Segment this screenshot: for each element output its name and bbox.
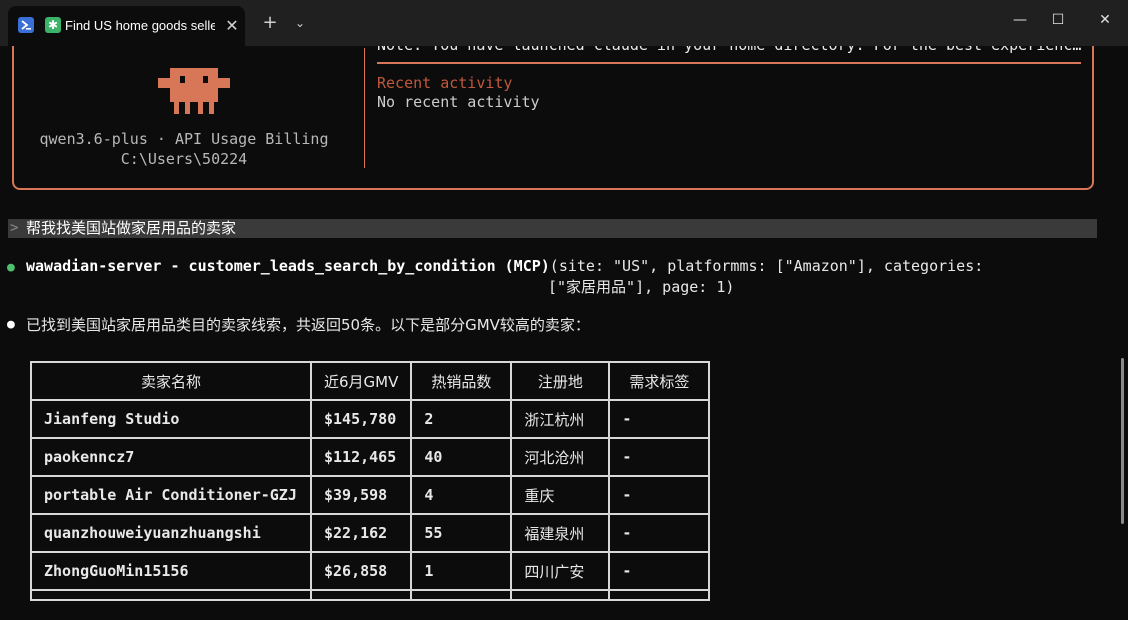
table-row: portable Air Conditioner-GZJ $39,598 4 重… [30,475,711,515]
seller-location: 重庆 [510,475,611,515]
table-row: ZhongGuoMin15156 $26,858 1 四川广安 - [30,551,711,591]
welcome-panel: qwen3.6-plus · API Usage Billing C:\User… [12,46,1094,190]
claude-mascot-icon [158,68,230,114]
seller-name: portable Air Conditioner-GZJ [30,475,312,515]
seller-location: 福建泉州 [510,513,611,553]
home-directory-note: Note: You have launched claude in your h… [377,46,1085,54]
column-header-location: 注册地 [510,361,611,401]
seller-hot-products: 2 [410,399,513,439]
seller-leads-table: 卖家名称 近6月GMV 热销品数 注册地 需求标签 Jianfeng Studi… [30,361,711,601]
seller-gmv: $22,162 [309,513,413,553]
table-cell-empty [608,589,711,601]
scrollbar-thumb[interactable] [1121,358,1124,524]
tool-call-line: wawadian-server - customer_leads_search_… [26,257,983,275]
table-cell-empty [30,589,312,601]
assistant-message: 已找到美国站家居用品类目的卖家线索，共返回50条。以下是部分GMV较高的卖家： [26,316,590,334]
user-prompt: > 帮我找美国站做家居用品的卖家 [8,219,1097,238]
tool-call-args: (site: "US", platformms: ["Amazon"], cat… [549,257,984,275]
note-divider [377,62,1081,64]
seller-gmv: $26,858 [309,551,413,591]
table-cell-empty [309,589,413,601]
powershell-icon [18,17,34,33]
message-bullet: ● [7,317,15,332]
seller-name: ZhongGuoMin15156 [30,551,312,591]
minimize-button[interactable]: — [1000,6,1040,34]
claude-spinner-icon: ✱ [45,17,61,33]
seller-location: 河北沧州 [510,437,611,477]
terminal-tab[interactable]: ✱ Find US home goods seller ✕ [8,6,245,46]
seller-hot-products: 55 [410,513,513,553]
table-cell-empty [410,589,513,601]
table-cell-empty [510,589,611,601]
seller-hot-products: 40 [410,437,513,477]
seller-hot-products: 1 [410,551,513,591]
panel-divider [364,48,365,168]
seller-hot-products: 4 [410,475,513,515]
seller-name: quanzhouweiyuanzhuangshi [30,513,312,553]
working-directory: C:\Users\50224 [120,150,248,168]
terminal-output[interactable]: qwen3.6-plus · API Usage Billing C:\User… [0,46,1128,620]
maximize-button[interactable]: ☐ [1038,6,1078,34]
seller-demand-tag: - [608,475,711,515]
title-bar: ✱ Find US home goods seller ✕ + ⌄ — ☐ ✕ [0,0,1128,46]
new-tab-button[interactable]: + [259,12,281,34]
column-header-seller-name: 卖家名称 [30,361,312,401]
seller-location: 四川广安 [510,551,611,591]
table-row: paokenncz7 $112,465 40 河北沧州 - [30,437,711,477]
close-tab-icon[interactable]: ✕ [222,16,242,36]
seller-demand-tag: - [608,551,711,591]
seller-gmv: $145,780 [309,399,413,439]
recent-activity-heading: Recent activity [377,74,513,92]
prompt-text: 帮我找美国站做家居用品的卖家 [26,219,237,237]
table-row: quanzhouweiyuanzhuangshi $22,162 55 福建泉州… [30,513,711,553]
column-header-gmv: 近6月GMV [309,361,413,401]
prompt-caret: > [10,220,19,236]
chevron-down-icon[interactable]: ⌄ [289,12,311,34]
seller-gmv: $39,598 [309,475,413,515]
recent-activity-body: No recent activity [377,93,540,111]
seller-location: 浙江杭州 [510,399,611,439]
column-header-demand-tag: 需求标签 [608,361,711,401]
seller-demand-tag: - [608,437,711,477]
column-header-hot-products: 热销品数 [410,361,513,401]
tab-title: Find US home goods seller [65,18,215,33]
seller-gmv: $112,465 [309,437,413,477]
table-header-row: 卖家名称 近6月GMV 热销品数 注册地 需求标签 [30,361,711,401]
seller-name: paokenncz7 [30,437,312,477]
tool-call-name: wawadian-server - customer_leads_search_… [26,257,550,275]
seller-demand-tag: - [608,513,711,553]
close-window-button[interactable]: ✕ [1085,6,1125,34]
table-row-partial [30,589,711,601]
tool-status-bullet: ● [7,260,15,275]
table-row: Jianfeng Studio $145,780 2 浙江杭州 - [30,399,711,439]
seller-demand-tag: - [608,399,711,439]
tool-call-args-continued: ["家居用品"], page: 1) [548,278,735,296]
model-info: qwen3.6-plus · API Usage Billing [39,130,329,148]
seller-name: Jianfeng Studio [30,399,312,439]
